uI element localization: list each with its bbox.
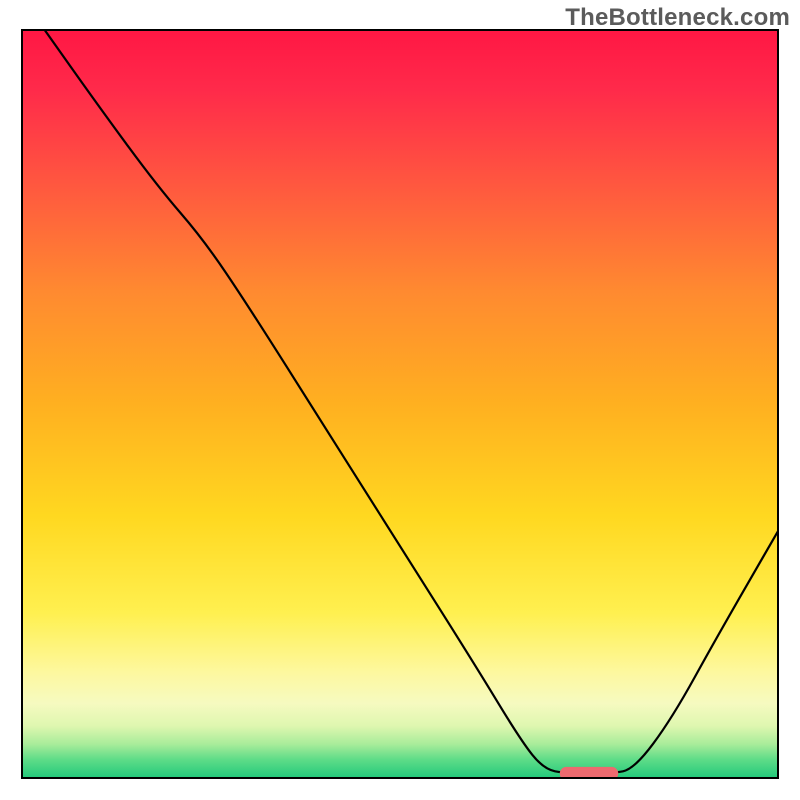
bottleneck-chart [0, 0, 800, 800]
gradient-background [22, 30, 778, 778]
watermark-text: TheBottleneck.com [565, 4, 790, 32]
chart-stage: TheBottleneck.com [0, 0, 800, 800]
